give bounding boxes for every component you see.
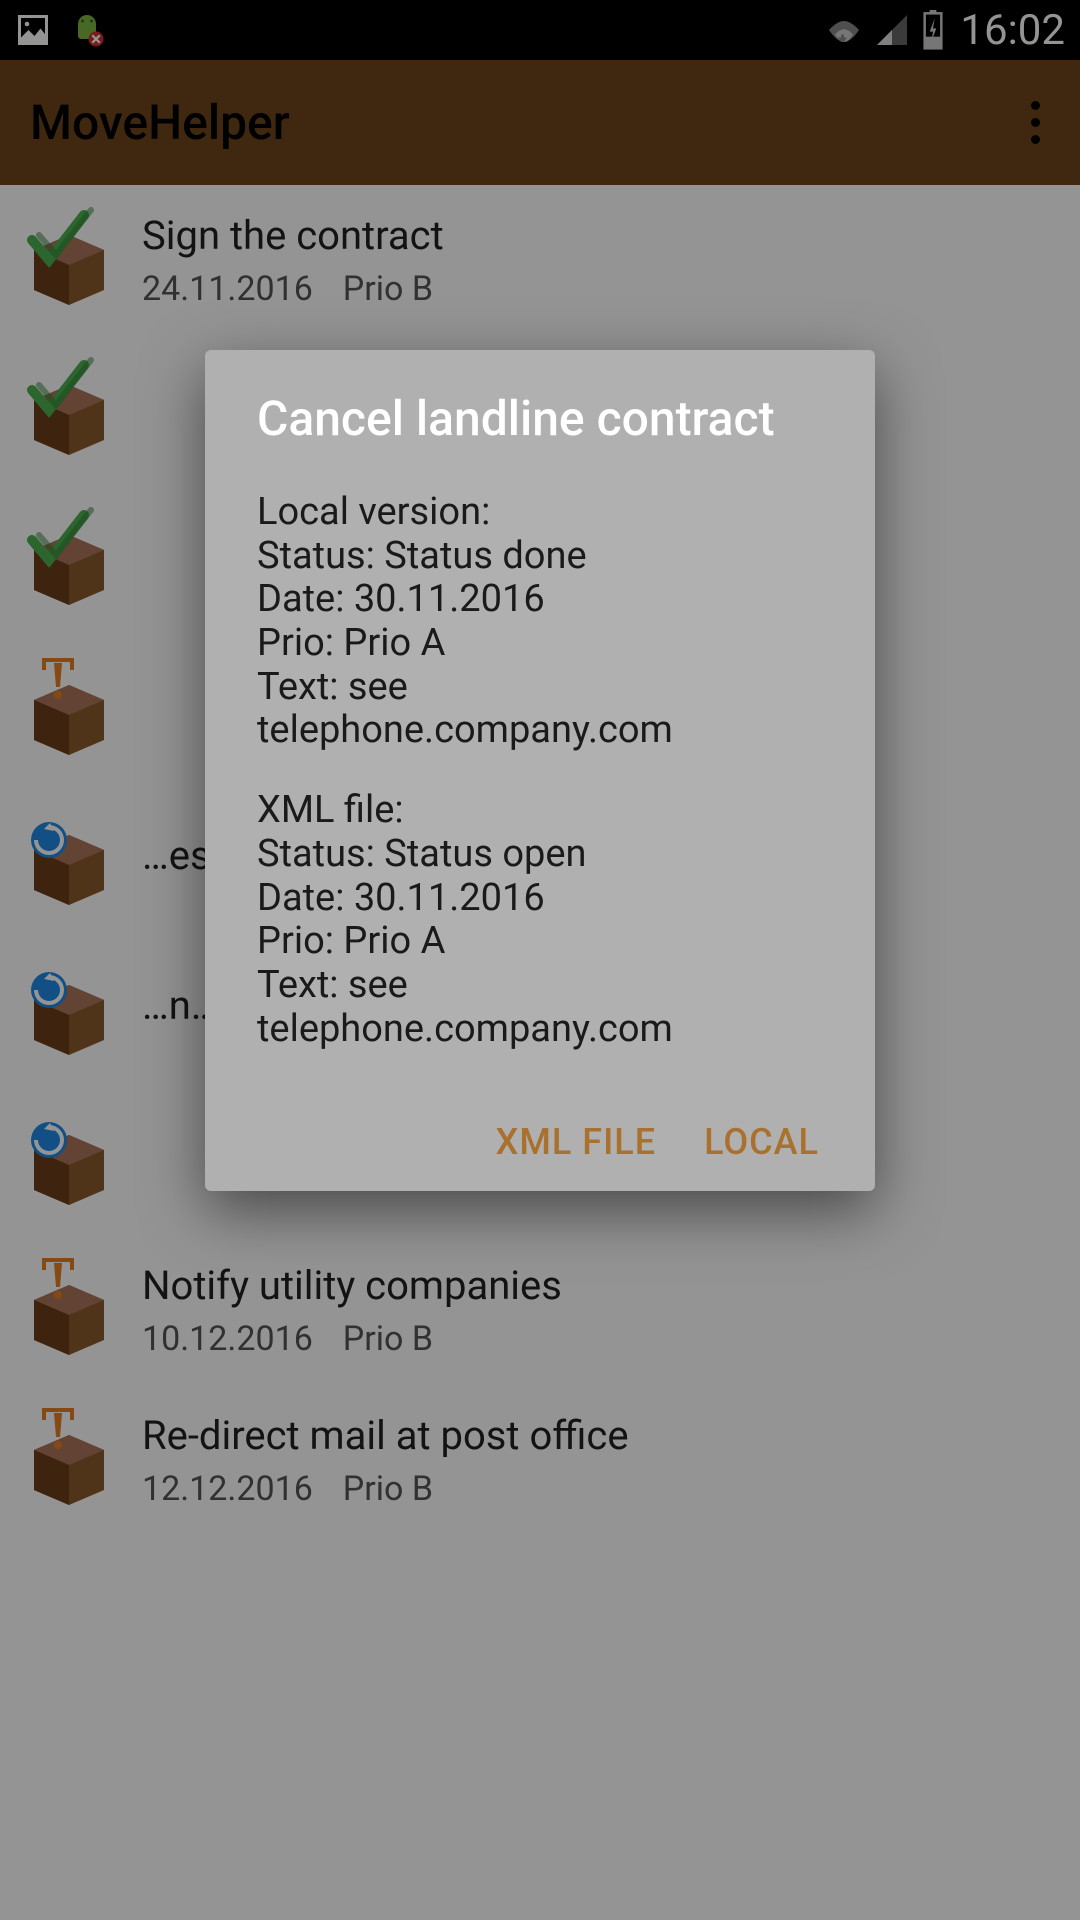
local-status: Status: Status done	[257, 535, 823, 579]
local-button[interactable]: LOCAL	[704, 1121, 819, 1163]
dialog-body: Local version: Status: Status done Date:…	[257, 491, 823, 1051]
local-text: Text: see telephone.company.com	[257, 666, 823, 753]
modal-overlay[interactable]: Cancel landline contract Local version: …	[0, 0, 1080, 1920]
local-header: Local version:	[257, 491, 823, 535]
xml-text: Text: see telephone.company.com	[257, 964, 823, 1051]
local-date: Date: 30.11.2016	[257, 578, 823, 622]
xml-status: Status: Status open	[257, 833, 823, 877]
conflict-dialog: Cancel landline contract Local version: …	[205, 350, 875, 1191]
xml-header: XML file:	[257, 789, 823, 833]
xml-file-button[interactable]: XML FILE	[496, 1121, 656, 1163]
xml-prio: Prio: Prio A	[257, 920, 823, 964]
xml-date: Date: 30.11.2016	[257, 877, 823, 921]
local-prio: Prio: Prio A	[257, 622, 823, 666]
dialog-title: Cancel landline contract	[257, 390, 823, 447]
